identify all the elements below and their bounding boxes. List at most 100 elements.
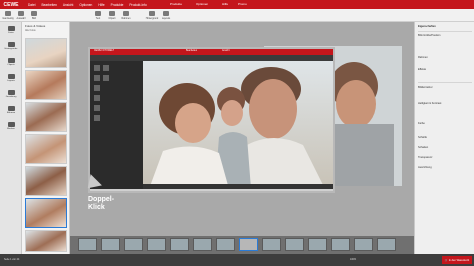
hint-line-2: Klick [88, 204, 105, 211]
photo-thumb[interactable] [25, 38, 67, 68]
popup-tab-bearbeiten[interactable]: Bearbeiten [186, 50, 197, 52]
film-page[interactable] [124, 238, 143, 251]
status-bar: Seite 1 von 24 100% 🛒 In den Warenkorb [0, 254, 474, 266]
rail-item-cliparts[interactable]: Cliparts [2, 58, 20, 70]
popup-status [143, 184, 333, 189]
film-page[interactable] [170, 238, 189, 251]
zoom-level[interactable]: 100% [350, 258, 356, 261]
toolbar-button-clipart[interactable]: Clipart [106, 10, 118, 21]
page-indicator: Seite 1 von 24 [4, 258, 20, 261]
prop-row[interactable]: Farbe [418, 122, 425, 125]
family-photo [143, 61, 333, 189]
film-page[interactable] [354, 238, 373, 251]
menu-right-promo[interactable]: Promo [238, 2, 247, 6]
menu-produkte[interactable]: Produkte [111, 3, 124, 7]
double-click-hint: Doppel- Klick [88, 196, 114, 212]
page-icon [5, 11, 11, 16]
divider [418, 82, 472, 83]
design-icon [7, 90, 15, 95]
popup-tool-panel [90, 61, 143, 189]
prop-row[interactable]: Schatten [418, 146, 428, 149]
text-icon [95, 11, 101, 16]
rail-item-masken[interactable]: Masken [2, 122, 20, 134]
photo-thumb[interactable] [25, 230, 67, 252]
menu-right-hilfe[interactable]: Hilfe [222, 2, 228, 6]
prop-row[interactable]: Ausrichtung [418, 166, 432, 169]
film-page[interactable] [285, 238, 304, 251]
divider [418, 31, 472, 32]
prop-row[interactable]: Rahmen [418, 56, 428, 59]
toolbar-button-layouts[interactable]: Layouts [160, 10, 172, 21]
prop-row[interactable]: Effekte [418, 68, 426, 71]
photos-panel: Fotos & Videos Alle Fotos [22, 22, 70, 254]
menu-right-optionen[interactable]: Optionen [196, 2, 208, 6]
popup-canvas[interactable] [143, 61, 333, 189]
menu-hilfe[interactable]: Hilfe [98, 3, 104, 7]
folder-icon [7, 26, 15, 31]
toolbar-button-auswahl[interactable]: Auswahl [15, 10, 27, 21]
rail-item-layouts[interactable]: Layouts [2, 74, 20, 86]
popup-tools [94, 65, 109, 121]
properties-title: Eigenschaften [418, 25, 436, 28]
frame-icon [123, 11, 129, 16]
film-page[interactable] [193, 238, 212, 251]
rail-item-fotos[interactable]: Fotos [2, 26, 20, 38]
toolbar-button-bild[interactable]: Bild [28, 10, 40, 21]
prop-row[interactable]: Schärfe [418, 136, 427, 139]
popup-title: CEWE FOTOWELT [94, 50, 115, 52]
left-rail: Fotos Hintergründe Cliparts Layouts Gest… [0, 22, 22, 254]
photo-thumb-selected[interactable] [25, 198, 67, 228]
layout-icon [163, 11, 169, 16]
layout-icon [7, 74, 15, 79]
toolbar-button-hintergrund[interactable]: Hintergrund [146, 10, 158, 21]
menu-optionen[interactable]: Optionen [79, 3, 92, 7]
film-page[interactable] [308, 238, 327, 251]
photo-thumb[interactable] [25, 166, 67, 196]
background-icon [149, 11, 155, 16]
menu-bearbeiten[interactable]: Bearbeiten [41, 3, 56, 7]
film-page[interactable] [262, 238, 281, 251]
hint-line-1: Doppel- [88, 196, 115, 203]
menu-right-produkte[interactable]: Produkte [170, 2, 182, 6]
toolbar-button-rahmen[interactable]: Rahmen [120, 10, 132, 21]
image-icon [31, 11, 37, 16]
editor-preview-popup: CEWE FOTOWELT Bearbeiten Ansicht [88, 47, 335, 193]
menu-ansicht[interactable]: Ansicht [63, 3, 73, 7]
film-page[interactable] [216, 238, 235, 251]
menu-bar: CEWE Datei Bearbeiten Ansicht Optionen H… [0, 0, 474, 9]
photos-panel-subtitle: Alle Fotos [25, 29, 36, 32]
prop-row[interactable]: Bildkorrektur [418, 86, 433, 89]
film-page[interactable] [377, 238, 396, 251]
page-filmstrip [70, 236, 414, 254]
clipart-icon [7, 58, 15, 63]
photos-panel-title: Fotos & Videos [25, 24, 46, 28]
app-logo: CEWE [3, 1, 19, 8]
prop-row[interactable]: Bild-Größe/Position [418, 34, 441, 37]
toolbar-button-ganzseitig[interactable]: Ganzseitig [2, 10, 14, 21]
clipart-icon [109, 11, 115, 16]
add-to-cart-button[interactable]: 🛒 In den Warenkorb [442, 256, 472, 264]
toolbar-button-text[interactable]: Text [92, 10, 104, 21]
film-page[interactable] [78, 238, 97, 251]
properties-panel: Eigenschaften Bild-Größe/Position Rahmen… [414, 22, 474, 254]
toolbar: Ganzseitig Auswahl Bild Text Clipart Rah… [0, 9, 474, 22]
select-icon [18, 11, 24, 16]
prop-row[interactable]: Transparenz [418, 156, 432, 159]
popup-tab-ansicht[interactable]: Ansicht [222, 50, 230, 52]
photo-thumb[interactable] [25, 134, 67, 164]
film-page[interactable] [147, 238, 166, 251]
prop-row[interactable]: Helligkeit & Kontrast [418, 102, 441, 105]
photo-thumb[interactable] [25, 70, 67, 100]
menu-produkt-info[interactable]: Produkt-Info [129, 3, 146, 7]
film-page[interactable] [101, 238, 120, 251]
frame-icon [7, 106, 15, 111]
background-icon [7, 42, 15, 47]
rail-item-gestaltung[interactable]: Gestaltung [2, 90, 20, 102]
film-page-active[interactable] [239, 238, 258, 251]
menu-datei[interactable]: Datei [28, 3, 35, 7]
rail-item-hintergruende[interactable]: Hintergründe [2, 42, 20, 54]
rail-item-rahmen[interactable]: Rahmen [2, 106, 20, 118]
mask-icon [7, 122, 15, 127]
photo-thumb[interactable] [25, 102, 67, 132]
film-page[interactable] [331, 238, 350, 251]
